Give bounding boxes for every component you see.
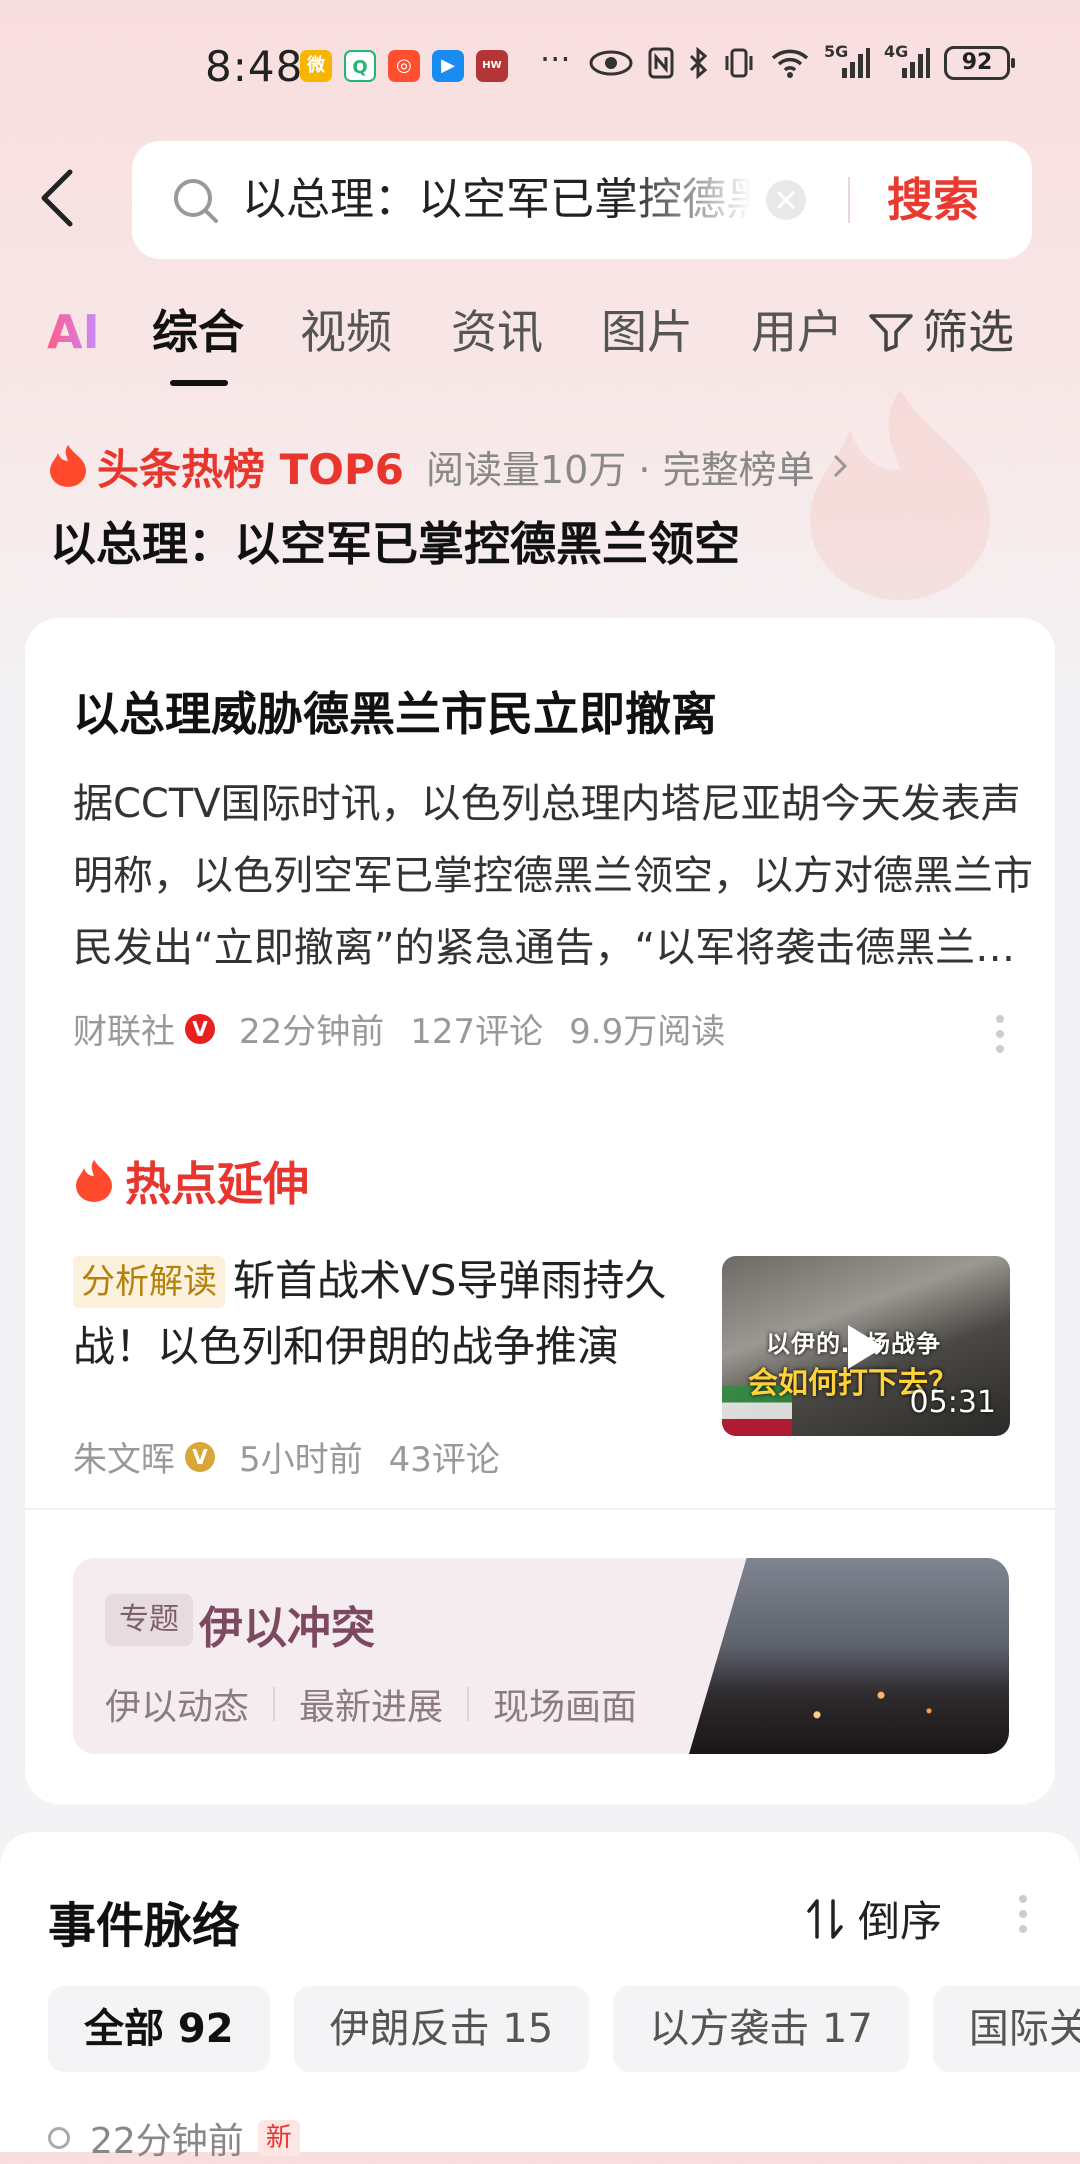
article-source[interactable]: 财联社 [73,1004,175,1053]
chat-app-icon: Q [344,50,376,82]
analysis-tag: 分析解读 [73,1256,225,1308]
tab-users[interactable]: 用户 [751,300,843,364]
tencent-video-icon: ▶ [432,50,464,82]
link-divider [467,1687,470,1721]
chip-israel-attack[interactable]: 以方袭击 17 [613,1986,909,2072]
topic-link-scene[interactable]: 现场画面 [493,1678,637,1730]
hot-extension-header: 热点延伸 [73,1148,309,1214]
extension-headline[interactable]: 分析解读 斩首战术VS导弹雨持久战！以色列和伊朗的战争推演 [73,1248,713,1380]
article-title[interactable]: 以总理威胁德黑兰市民立即撤离 [73,678,717,744]
topic-card[interactable]: 专题 伊以冲突 伊以动态 最新进展 现场画面 [73,1558,1009,1754]
vibrate-icon [725,48,753,78]
weibo-icon: 微 [300,50,332,82]
result-card: 以总理威胁德黑兰市民立即撤离 据CCTV国际时讯，以色列总理内塔尼亚胡今天发表声… [25,618,1055,1804]
video-thumbnail[interactable]: 以伊的…场战争 会如何打下去？ 05:31 [722,1256,1010,1436]
huawei-app-icon: HW [476,50,508,82]
chip-iran-counterattack[interactable]: 伊朗反击 15 [293,1986,590,2072]
article-comments: 127评论 [410,1012,544,1052]
extension-comments: 43评论 [388,1440,500,1480]
tab-ai[interactable]: AI [47,300,100,364]
topic-image [689,1558,1009,1754]
search-input[interactable]: 以总理：以空军已掌控德黑兰领空 [242,167,752,233]
video-duration: 05:31 [909,1385,996,1420]
more-notifications-icon: ··· [540,40,571,78]
nfc-icon [648,47,674,79]
flame-icon [76,1160,112,1202]
timeline-entry[interactable]: 22分钟前 新 [48,2112,300,2164]
new-badge: 新 [257,2120,300,2156]
topic-title[interactable]: 伊以冲突 [199,1592,375,1656]
search-divider [848,177,850,223]
close-icon [777,191,795,209]
play-icon [848,1325,884,1369]
timeline-dot-icon [48,2127,70,2149]
topic-links: 伊以动态 最新进展 现场画面 [105,1678,637,1730]
search-icon [174,179,218,223]
article-time: 22分钟前 [239,1012,385,1052]
extension-time: 5小时前 [239,1440,363,1480]
hot-list-link[interactable]: 头条热榜 TOP6 阅读量10万 · 完整榜单 [47,436,851,496]
tab-images[interactable]: 图片 [601,300,693,364]
status-bar: 8:48 微 Q ◎ ▶ HW ··· 5G 4G 92 [0,30,1080,110]
chevron-right-icon [833,454,847,478]
filter-label: 筛选 [922,305,1014,359]
more-options-icon[interactable] [995,1014,1005,1054]
topic-link-progress[interactable]: 最新进展 [299,1678,443,1730]
hot-headline[interactable]: 以总理：以空军已掌控德黑兰领空 [50,508,740,574]
link-divider [273,1687,276,1721]
search-tabs: AI 综合 视频 资讯 图片 用户 筛选 [0,300,1080,390]
hot-extension-title: 热点延伸 [125,1157,309,1211]
verified-gold-icon: V [185,1441,215,1472]
signal-5g-icon: 5G [824,42,870,80]
hot-list-meta: 阅读量10万 · 完整榜单 [425,447,815,492]
chip-all[interactable]: 全部 92 [48,1986,270,2072]
tab-video[interactable]: 视频 [300,300,392,364]
extension-author[interactable]: 朱文晖 [73,1432,175,1481]
video-app-icon: ◎ [388,50,420,82]
signal-4g-icon: 4G [884,42,930,80]
extension-meta: 朱文晖 V 5小时前 43评论 [73,1432,526,1481]
timeline-filter-chips: 全部 92 伊朗反击 15 以方袭击 17 国际关 [48,1986,1080,2072]
article-reads: 9.9万阅读 [569,1012,726,1052]
chevron-left-icon [41,169,73,227]
active-tab-indicator [170,380,228,386]
battery-icon: 92 [944,46,1015,80]
wifi-icon [771,49,809,78]
clear-search-button[interactable] [766,180,806,220]
bluetooth-icon [689,47,708,79]
system-icons: 5G 4G 92 [588,42,1015,80]
verified-red-icon: V [185,1013,215,1044]
eye-comfort-icon [589,50,633,76]
tab-news[interactable]: 资讯 [451,300,543,364]
filter-button[interactable]: 筛选 [868,300,1014,364]
section-divider [25,1508,1055,1510]
search-button[interactable]: 搜索 [887,167,979,233]
topic-link-updates[interactable]: 伊以动态 [105,1678,249,1730]
article-summary[interactable]: 据CCTV国际时讯，以色列总理内塔尼亚胡今天发表声明称，以色列空军已掌控德黑兰领… [73,768,1033,984]
timeline-title: 事件脉络 [48,1898,241,1954]
flame-icon [50,445,86,487]
more-options-icon[interactable] [1018,1894,1028,1934]
search-bar: 以总理：以空军已掌控德黑兰领空 搜索 [132,141,1032,259]
back-button[interactable] [38,168,98,234]
event-timeline: 事件脉络 倒序 全部 92 伊朗反击 15 以方袭击 17 国际关 22分钟前 … [0,1832,1080,2162]
sort-button[interactable]: 倒序 [806,1888,942,1949]
sort-label: 倒序 [858,1897,943,1946]
tab-all[interactable]: 综合 [152,300,244,364]
chip-international[interactable]: 国际关 [932,1986,1080,2072]
hot-list-title: 头条热榜 TOP6 [97,444,404,494]
article-meta: 财联社 V 22分钟前 127评论 9.9万阅读 [73,1004,751,1053]
topic-tag: 专题 [105,1594,193,1646]
timeline-entry-time: 22分钟前 [90,2121,244,2162]
sort-icon [807,1898,843,1939]
notification-icons: 微 Q ◎ ▶ HW [300,50,508,82]
clock: 8:48 [205,42,304,91]
filter-icon [869,314,913,352]
